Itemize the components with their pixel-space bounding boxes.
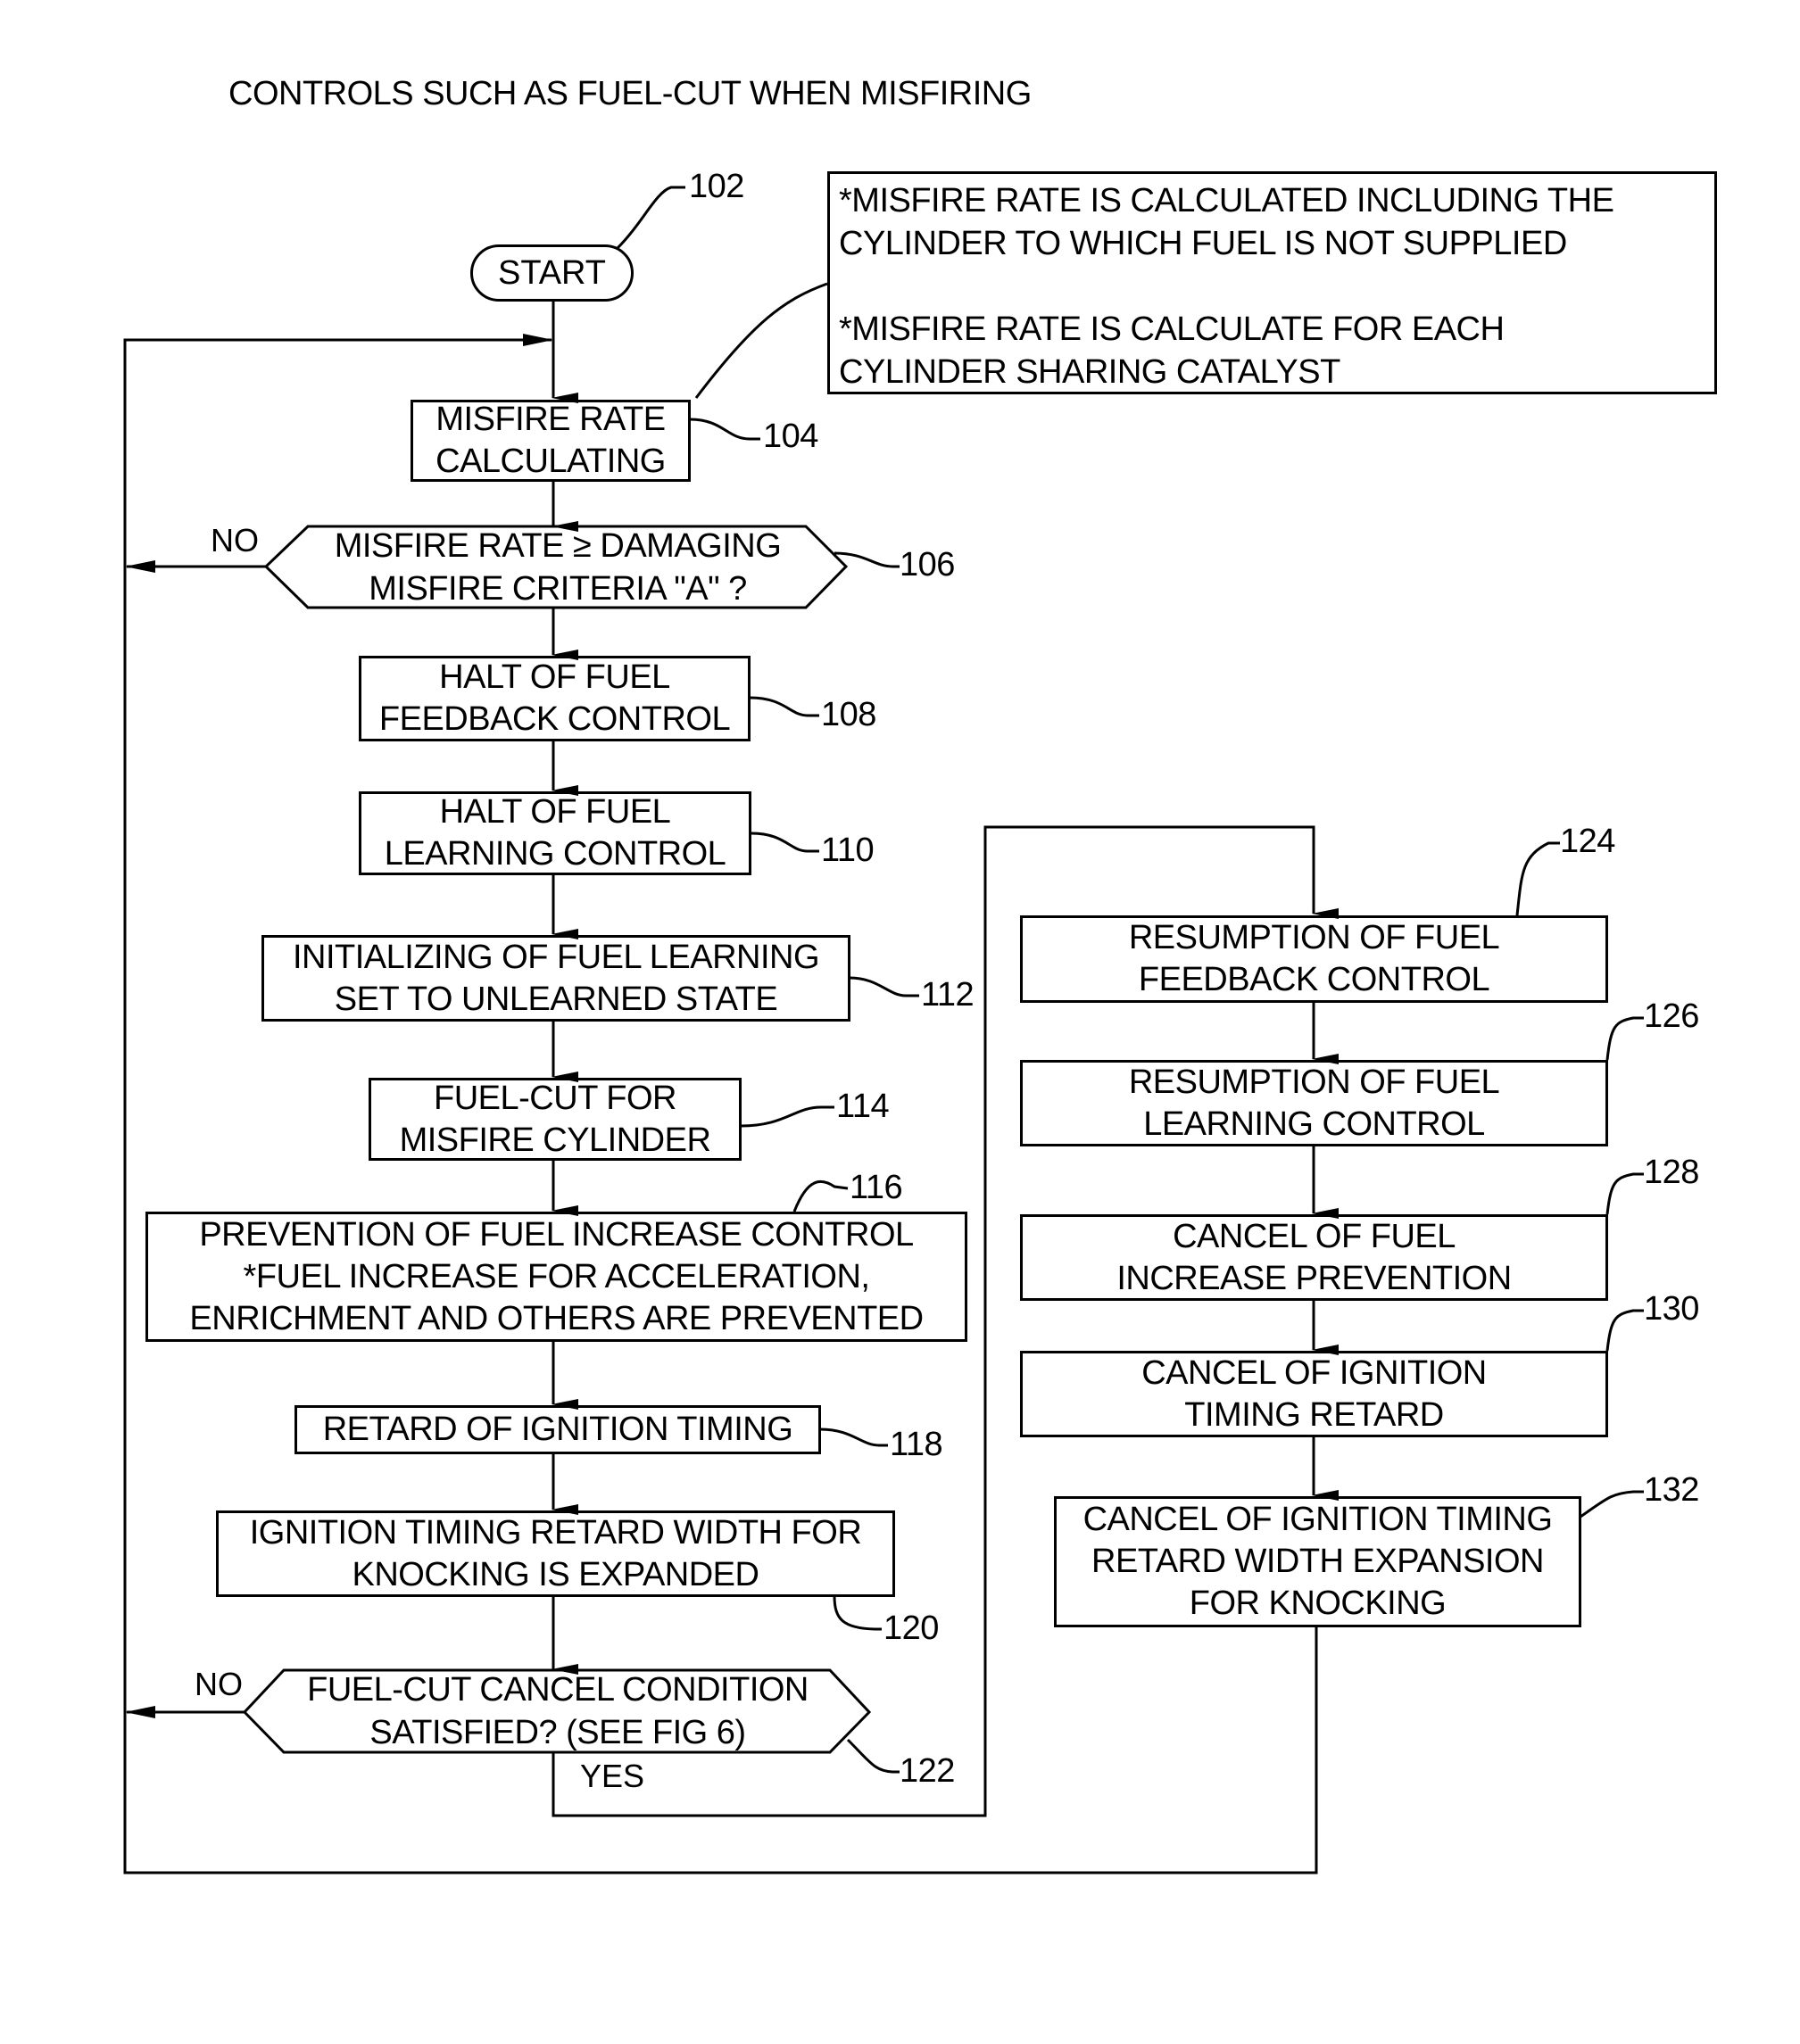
- step-128-cancel-fuel-increase-prevention: CANCEL OF FUEL INCREASE PREVENTION: [1020, 1214, 1608, 1301]
- ref-104: 104: [763, 418, 818, 455]
- ref-118: 118: [890, 1426, 943, 1463]
- step-text: *FUEL INCREASE FOR ACCELERATION,: [243, 1257, 870, 1295]
- leader-116: [792, 1179, 849, 1212]
- misfire-rate-note: *MISFIRE RATE IS CALCULATED INCLUDING TH…: [827, 171, 1717, 394]
- decision-122-no-label: NO: [195, 1666, 243, 1702]
- ref-128: 128: [1644, 1154, 1699, 1191]
- decision-text: MISFIRE CRITERIA "A" ?: [369, 570, 747, 608]
- ref-130: 130: [1644, 1290, 1699, 1328]
- step-text: CANCEL OF IGNITION TIMING: [1082, 1501, 1553, 1538]
- step-text: RETARD WIDTH EXPANSION: [1091, 1543, 1544, 1580]
- start-terminal: START: [470, 244, 634, 302]
- leader-128: [1605, 1172, 1644, 1215]
- leader-124: [1515, 841, 1560, 916]
- step-110-halt-fuel-learning: HALT OF FUEL LEARNING CONTROL: [359, 791, 751, 875]
- step-text: HALT OF FUEL: [439, 658, 670, 696]
- step-text: FEEDBACK CONTROL: [378, 700, 731, 738]
- leader-126: [1605, 1016, 1644, 1061]
- leader-104: [689, 418, 760, 441]
- note-line: *MISFIRE RATE IS CALCULATED INCLUDING TH…: [839, 182, 1614, 219]
- decision-106-text: MISFIRE RATE ≥ DAMAGING MISFIRE CRITERIA…: [294, 526, 821, 608]
- leader-108: [749, 696, 819, 717]
- decision-text: FUEL-CUT CANCEL CONDITION: [307, 1671, 809, 1709]
- step-text: FEEDBACK CONTROL: [1138, 961, 1490, 998]
- step-text: HALT OF FUEL: [439, 793, 671, 831]
- leader-122: [846, 1738, 900, 1774]
- step-132-cancel-retard-width-expansion: CANCEL OF IGNITION TIMING RETARD WIDTH E…: [1054, 1496, 1581, 1627]
- step-text: IGNITION TIMING RETARD WIDTH FOR: [249, 1513, 862, 1552]
- figure-title: CONTROLS SUCH AS FUEL-CUT WHEN MISFIRING: [228, 75, 1032, 112]
- step-text: LEARNING CONTROL: [1143, 1105, 1485, 1143]
- ref-116: 116: [850, 1169, 903, 1206]
- ref-124: 124: [1560, 823, 1615, 860]
- ref-114: 114: [836, 1088, 890, 1125]
- ref-132: 132: [1644, 1471, 1699, 1509]
- leader-112: [849, 976, 919, 997]
- step-text: CALCULATING: [435, 443, 666, 480]
- step-text: CANCEL OF FUEL: [1173, 1217, 1456, 1255]
- step-114-fuel-cut: FUEL-CUT FOR MISFIRE CYLINDER: [369, 1078, 742, 1161]
- step-text: ENRICHMENT AND OTHERS ARE PREVENTED: [189, 1299, 924, 1337]
- ref-112: 112: [921, 976, 975, 1014]
- step-text: PREVENTION OF FUEL INCREASE CONTROL: [199, 1215, 914, 1254]
- step-116-prevent-fuel-increase: PREVENTION OF FUEL INCREASE CONTROL *FUE…: [145, 1212, 967, 1342]
- note-line: CYLINDER TO WHICH FUEL IS NOT SUPPLIED: [839, 225, 1567, 262]
- leader-120: [833, 1595, 882, 1631]
- step-text: TIMING RETARD: [1184, 1395, 1444, 1434]
- ref-108: 108: [821, 696, 876, 733]
- leader-114: [740, 1105, 834, 1128]
- note-line: CYLINDER SHARING CATALYST: [839, 353, 1340, 391]
- note-line: *MISFIRE RATE IS CALCULATE FOR EACH: [839, 310, 1505, 348]
- step-108-halt-fuel-feedback: HALT OF FUEL FEEDBACK CONTROL: [359, 656, 751, 741]
- step-text: SET TO UNLEARNED STATE: [334, 980, 778, 1018]
- step-text: LEARNING CONTROL: [384, 835, 726, 873]
- decision-122-yes-label: YES: [580, 1758, 645, 1794]
- step-text: RETARD OF IGNITION TIMING: [322, 1411, 793, 1448]
- leader-130: [1605, 1309, 1644, 1352]
- decision-122-text: FUEL-CUT CANCEL CONDITION SATISFIED? (SE…: [268, 1670, 848, 1752]
- start-label: START: [497, 253, 607, 292]
- step-text: RESUMPTION OF FUEL: [1128, 919, 1500, 956]
- decision-106-no-label: NO: [211, 522, 259, 559]
- decision-text: SATISFIED? (SEE FIG 6): [369, 1714, 746, 1751]
- leader-132: [1580, 1490, 1644, 1519]
- step-104-misfire-rate-calculating: MISFIRE RATE CALCULATING: [411, 400, 691, 482]
- step-text: CANCEL OF IGNITION: [1141, 1353, 1487, 1392]
- step-118-retard-ignition: RETARD OF IGNITION TIMING: [294, 1405, 821, 1454]
- leader-110: [751, 832, 819, 853]
- leader-note-to-104: [694, 282, 828, 399]
- ref-126: 126: [1644, 997, 1699, 1035]
- step-120-retard-width-expanded: IGNITION TIMING RETARD WIDTH FOR KNOCKIN…: [216, 1510, 895, 1597]
- leader-118: [819, 1427, 888, 1447]
- step-text: KNOCKING IS EXPANDED: [352, 1555, 759, 1593]
- ref-106: 106: [900, 546, 955, 583]
- step-126-resume-fuel-learning: RESUMPTION OF FUEL LEARNING CONTROL: [1020, 1060, 1608, 1146]
- step-text: MISFIRE RATE: [435, 401, 666, 438]
- ref-110: 110: [821, 832, 875, 869]
- step-112-initialize-fuel-learning: INITIALIZING OF FUEL LEARNING SET TO UNL…: [261, 935, 850, 1022]
- step-130-cancel-ignition-retard: CANCEL OF IGNITION TIMING RETARD: [1020, 1351, 1608, 1437]
- step-text: FOR KNOCKING: [1189, 1585, 1447, 1622]
- step-text: MISFIRE CYLINDER: [399, 1121, 711, 1159]
- step-text: INCREASE PREVENTION: [1116, 1259, 1512, 1297]
- step-text: INITIALIZING OF FUEL LEARNING: [292, 938, 820, 976]
- step-text: FUEL-CUT FOR: [434, 1079, 676, 1117]
- leader-102: [616, 186, 685, 250]
- ref-122: 122: [900, 1752, 955, 1790]
- ref-102: 102: [689, 168, 744, 205]
- decision-text: MISFIRE RATE ≥ DAMAGING: [334, 527, 782, 565]
- ref-120: 120: [883, 1610, 939, 1647]
- step-text: RESUMPTION OF FUEL: [1128, 1063, 1500, 1101]
- step-124-resume-fuel-feedback: RESUMPTION OF FUEL FEEDBACK CONTROL: [1020, 915, 1608, 1003]
